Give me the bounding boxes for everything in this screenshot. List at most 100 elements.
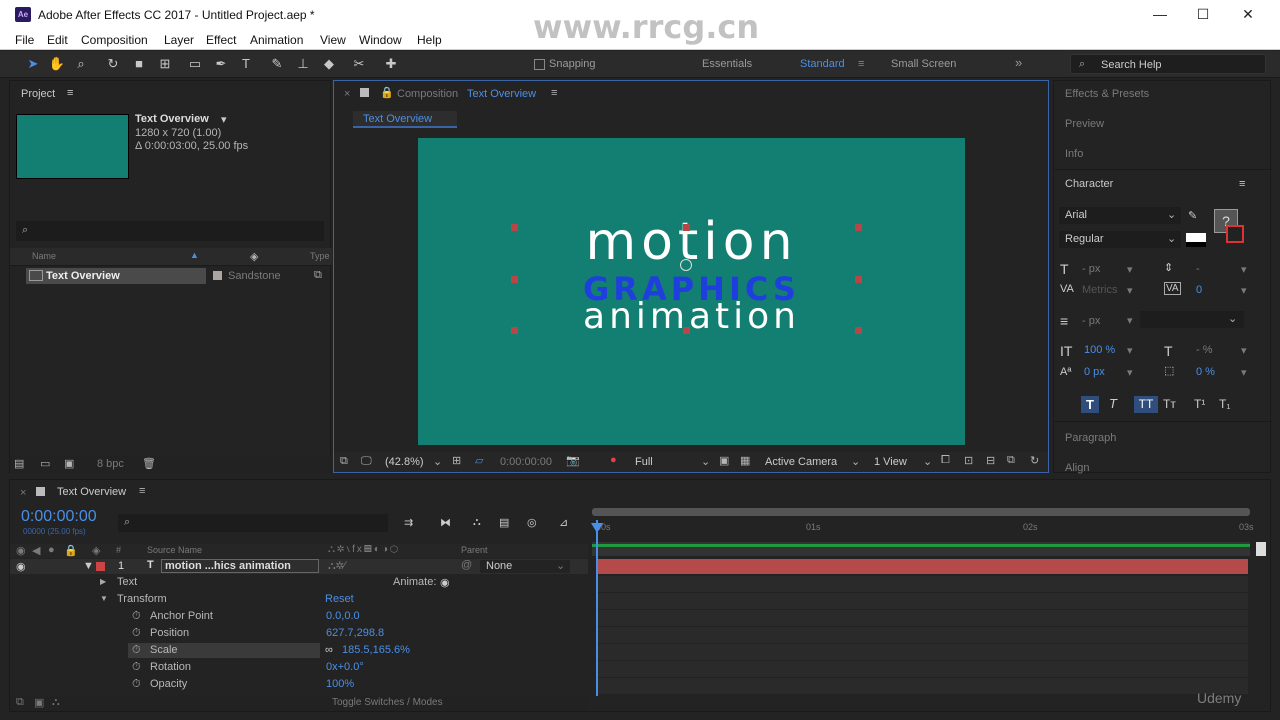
prop-anchor-point-value[interactable]: 0.0,0.0 xyxy=(326,610,360,622)
region-of-interest-icon[interactable]: ▣ xyxy=(719,454,729,467)
roto-brush-tool-icon[interactable]: ✂ xyxy=(350,56,368,72)
chevron-down-icon[interactable]: ▾ xyxy=(1241,366,1247,379)
superscript-button[interactable]: T¹ xyxy=(1194,397,1205,411)
chevron-down-icon[interactable]: ▾ xyxy=(1127,366,1133,379)
time-navigator[interactable] xyxy=(592,542,1250,556)
interpret-footage-icon[interactable]: ▤ xyxy=(14,457,24,470)
graph-editor-icon[interactable]: ⊿ xyxy=(559,516,568,529)
bounding-handle[interactable] xyxy=(855,276,862,283)
current-time-indicator[interactable] xyxy=(596,520,598,696)
eyedropper-icon[interactable]: ✎ xyxy=(1188,209,1197,222)
new-composition-icon[interactable]: ▣ xyxy=(64,457,74,470)
search-help-field[interactable]: ⌕ Search Help xyxy=(1070,54,1266,74)
font-size-value[interactable]: - px xyxy=(1082,263,1100,275)
tracking-value[interactable]: 0 xyxy=(1196,284,1202,296)
chevron-down-icon[interactable]: ▾ xyxy=(1241,344,1247,357)
timeline-tab-label[interactable]: Text Overview xyxy=(57,486,126,498)
pan-behind-tool-icon[interactable]: ⊞ xyxy=(156,56,174,72)
transform-group-label[interactable]: Transform xyxy=(117,593,167,605)
baseline-shift-value[interactable]: 0 px xyxy=(1084,366,1105,378)
comp-dropdown-icon[interactable]: ▾ xyxy=(221,113,227,126)
paragraph-tab[interactable]: Paragraph xyxy=(1065,432,1116,444)
faux-italic-button[interactable]: T xyxy=(1109,396,1117,411)
source-name-header[interactable]: Source Name xyxy=(147,545,202,555)
timeline-search-input[interactable]: ⌕ xyxy=(118,514,388,532)
minimize-button[interactable]: — xyxy=(1150,6,1170,22)
type-tool-icon[interactable]: T xyxy=(237,56,255,72)
preview-tab[interactable]: Preview xyxy=(1065,118,1104,130)
font-style-select[interactable]: Regular ⌄ xyxy=(1059,231,1181,248)
stopwatch-icon[interactable]: ⏱ xyxy=(132,678,141,691)
stopwatch-icon[interactable]: ⏱ xyxy=(132,610,141,623)
menu-view[interactable]: View xyxy=(320,33,346,47)
subscript-button[interactable]: T₁ xyxy=(1219,397,1230,411)
close-panel-icon[interactable]: × xyxy=(20,487,26,499)
layer-name[interactable]: motion ...hics animation xyxy=(161,559,319,573)
layer-row[interactable]: ◉ ▼ 1 T motion ...hics animation ⛬✲∕ @ N… xyxy=(10,559,588,574)
stroke-width-value[interactable]: - px xyxy=(1082,315,1100,327)
sort-asc-icon[interactable]: ▲ xyxy=(190,250,199,260)
toggle-switches-modes[interactable]: Toggle Switches / Modes xyxy=(332,697,443,708)
horizontal-scale-value[interactable]: - % xyxy=(1196,344,1213,356)
prop-rotation-value[interactable]: 0x+0.0° xyxy=(326,661,364,673)
flowchart-icon[interactable]: ⧉ xyxy=(314,269,322,282)
motion-blur-icon[interactable]: ◎ xyxy=(527,516,537,529)
menu-window[interactable]: Window xyxy=(359,33,402,47)
animate-label[interactable]: Animate: xyxy=(393,576,436,588)
transparency-grid-icon[interactable]: ▦ xyxy=(740,454,750,467)
reset-exposure-icon[interactable]: ↻ xyxy=(1030,454,1039,467)
always-preview-icon[interactable]: ⧉ xyxy=(340,455,348,468)
menu-effect[interactable]: Effect xyxy=(206,33,236,47)
bounding-handle[interactable] xyxy=(511,327,518,334)
timeline-icon[interactable]: ⊟ xyxy=(986,454,995,467)
flowchart-icon[interactable]: ⧉ xyxy=(1007,454,1015,467)
stroke-color-swatch[interactable] xyxy=(1226,225,1244,243)
bounding-handle[interactable] xyxy=(511,276,518,283)
draft-3d-icon[interactable]: ⧓ xyxy=(440,516,451,529)
chevron-down-icon[interactable]: ⌄ xyxy=(851,455,860,468)
layer-duration-bar[interactable] xyxy=(596,559,1248,574)
all-caps-button[interactable]: TT xyxy=(1134,396,1158,413)
align-tab[interactable]: Align xyxy=(1065,462,1089,474)
close-button[interactable]: ✕ xyxy=(1238,6,1258,23)
zoom-tool-icon[interactable]: ⌕ xyxy=(72,56,90,72)
comp-toggle-icon[interactable]: ⧉ xyxy=(16,696,24,709)
menu-layer[interactable]: Layer xyxy=(164,33,194,47)
chevron-down-icon[interactable]: ⌄ xyxy=(923,455,932,468)
comp-canvas[interactable]: motion GRAPHICS animation xyxy=(418,138,965,445)
black-white-swatch[interactable] xyxy=(1186,233,1206,247)
prop-opacity-value[interactable]: 100% xyxy=(326,678,354,690)
prop-scale-value[interactable]: 185.5,165.6% xyxy=(342,644,410,656)
chevron-down-icon[interactable]: ▾ xyxy=(1127,263,1133,276)
constrain-proportions-icon[interactable]: ∞ xyxy=(325,644,333,656)
rectangle-tool-icon[interactable]: ▭ xyxy=(186,56,204,72)
close-panel-icon[interactable]: × xyxy=(344,88,350,100)
mask-visibility-icon[interactable]: ▱ xyxy=(475,454,483,467)
workspace-essentials[interactable]: Essentials xyxy=(702,58,752,70)
project-search-input[interactable]: ⌕ xyxy=(16,221,324,241)
zoom-dropdown[interactable]: (42.8%) xyxy=(385,456,424,468)
frame-blending-icon[interactable]: ▤ xyxy=(499,516,509,529)
maximize-button[interactable]: ☐ xyxy=(1193,6,1213,23)
menu-file[interactable]: File xyxy=(15,33,34,47)
eraser-tool-icon[interactable]: ◆ xyxy=(320,56,338,72)
stopwatch-icon[interactable]: ⏱ xyxy=(132,644,141,657)
chevron-down-icon[interactable]: ⌄ xyxy=(433,455,442,468)
chevron-down-icon[interactable]: ▾ xyxy=(1241,263,1247,276)
menu-composition[interactable]: Composition xyxy=(81,33,148,47)
safe-zones-icon[interactable]: ⊞ xyxy=(452,454,461,467)
menu-help[interactable]: Help xyxy=(417,33,442,47)
label-color-swatch[interactable] xyxy=(213,271,222,280)
timeline-timecode[interactable]: 0:00:00:00 xyxy=(21,508,97,526)
bounding-handle[interactable] xyxy=(855,327,862,334)
delete-icon[interactable]: 🗑 xyxy=(142,457,156,470)
tsume-value[interactable]: 0 % xyxy=(1196,366,1215,378)
shy-layers-icon[interactable]: ⛬ xyxy=(473,516,481,529)
col-name[interactable]: Name xyxy=(32,251,56,261)
stroke-style-select[interactable]: ⌄ xyxy=(1140,311,1244,328)
bpc-label[interactable]: 8 bpc xyxy=(97,458,124,470)
snapshot-icon[interactable]: 📷 xyxy=(566,454,580,467)
work-area-bar[interactable] xyxy=(592,508,1250,516)
panel-menu-icon[interactable]: ≡ xyxy=(551,87,557,99)
workspace-small-screen[interactable]: Small Screen xyxy=(891,58,956,70)
